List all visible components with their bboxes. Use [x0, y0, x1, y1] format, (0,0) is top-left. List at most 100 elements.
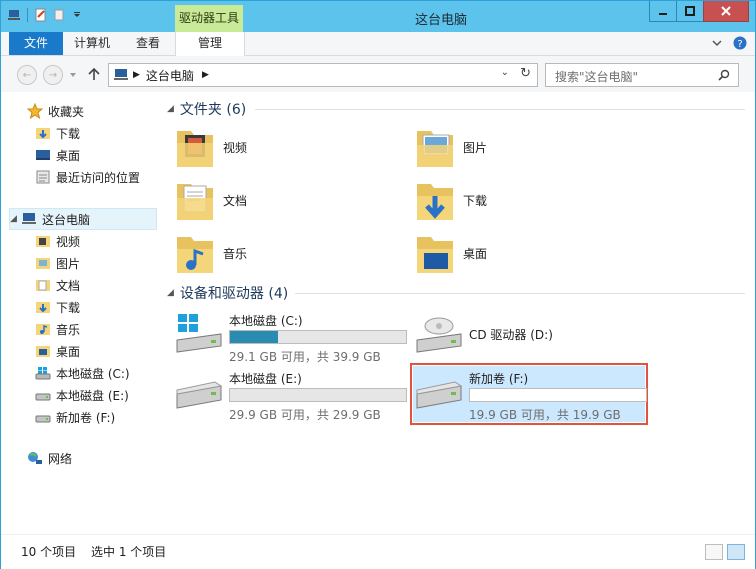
music-folder-icon — [177, 237, 213, 273]
forward-button[interactable]: → — [43, 65, 63, 85]
sidebar-item-favorites[interactable]: 收藏夹 — [27, 101, 84, 121]
folder-desktop[interactable]: 桌面 — [415, 231, 487, 275]
sidebar-item-drive-e[interactable]: 本地磁盘 (E:) — [35, 385, 129, 405]
properties-icon[interactable] — [34, 8, 48, 22]
documents-folder-icon — [36, 280, 50, 291]
back-button[interactable]: ← — [17, 65, 37, 85]
new-folder-icon[interactable] — [52, 8, 66, 22]
folder-music[interactable]: 音乐 — [175, 231, 247, 275]
expand-ribbon-icon[interactable] — [711, 37, 723, 49]
network-icon — [28, 452, 42, 464]
sidebar-item-desktop[interactable]: 桌面 — [35, 145, 80, 165]
drive-d[interactable]: CD 驱动器 (D:) — [413, 308, 645, 364]
breadcrumb-arrow-icon[interactable]: ▶ — [202, 70, 209, 80]
sidebar-item-label: 桌面 — [56, 344, 81, 359]
sidebar-item-recent-places[interactable]: 最近访问的位置 — [35, 167, 140, 187]
close-button[interactable] — [703, 1, 749, 22]
drive-c[interactable]: 本地磁盘 (C:) 29.1 GB 可用，共 39.9 GB — [173, 308, 407, 364]
title-bar: 驱动器工具 这台电脑 — [1, 1, 755, 32]
hard-drive-icon — [176, 381, 223, 409]
pictures-folder-icon — [417, 131, 453, 167]
devices-group-header[interactable]: ◢ 设备和驱动器 (4) — [167, 284, 288, 302]
desktop-folder-icon — [417, 237, 453, 273]
customize-qat-icon[interactable] — [70, 8, 84, 22]
navigation-bar: ← → ▶ 这台电脑 ▶ ⌄ ↻ 搜索"这台电脑" — [1, 56, 755, 92]
sidebar-item-videos[interactable]: 视频 — [35, 231, 80, 251]
status-bar: 10 个项目 选中 1 个项目 — [1, 534, 755, 569]
computer-icon — [114, 69, 128, 80]
details-view-button[interactable] — [705, 544, 723, 560]
folders-group-header[interactable]: ◢ 文件夹 (6) — [167, 100, 246, 118]
collapse-chevron-icon[interactable]: ◢ — [167, 104, 174, 114]
minimize-button[interactable] — [649, 1, 677, 22]
folder-label: 下载 — [463, 193, 488, 208]
large-icons-view-button[interactable] — [727, 544, 745, 560]
help-icon[interactable]: ? — [733, 36, 747, 50]
up-arrow-icon[interactable] — [87, 67, 101, 81]
drive-usage-bar — [229, 330, 407, 344]
sidebar-item-label: 最近访问的位置 — [56, 170, 141, 185]
drive-usage-fill — [230, 331, 278, 343]
hard-drive-icon — [416, 381, 463, 409]
svg-text:?: ? — [737, 39, 742, 50]
sidebar-item-label: 本地磁盘 (C:) — [56, 366, 130, 381]
folder-documents[interactable]: 文档 — [175, 178, 247, 222]
sidebar-item-drive-c[interactable]: 本地磁盘 (C:) — [35, 363, 130, 383]
sidebar-item-downloads[interactable]: 下载 — [35, 123, 80, 143]
search-input[interactable]: 搜索"这台电脑" — [555, 68, 638, 85]
recent-places-icon — [36, 170, 50, 184]
folder-downloads[interactable]: 下载 — [415, 178, 487, 222]
sidebar-item-network[interactable]: 网络 — [27, 448, 72, 468]
computer-icon[interactable] — [7, 8, 21, 22]
sidebar-item-label: 文档 — [56, 278, 81, 293]
sidebar-item-label: 桌面 — [56, 148, 81, 163]
sidebar-item-label: 这台电脑 — [42, 212, 91, 227]
folder-pictures[interactable]: 图片 — [415, 125, 487, 169]
sidebar-item-drive-f[interactable]: 新加卷 (F:) — [35, 407, 115, 427]
breadcrumb-arrow-icon[interactable]: ▶ — [133, 70, 140, 80]
sidebar-item-label: 视频 — [56, 234, 81, 249]
downloads-folder-icon — [36, 128, 50, 139]
address-dropdown-icon[interactable]: ⌄ — [501, 67, 509, 78]
breadcrumb[interactable]: 这台电脑 — [146, 67, 194, 84]
sidebar-item-documents[interactable]: 文档 — [35, 275, 80, 295]
sidebar-item-label: 网络 — [48, 451, 73, 466]
maximize-button[interactable] — [676, 1, 704, 22]
explorer-window: 驱动器工具 这台电脑 文件 计算机 查看 管理 ? ← → ▶ 这台电脑 ▶ ⌄… — [0, 0, 756, 569]
drive-label: 本地磁盘 (C:) — [229, 314, 303, 328]
folder-videos[interactable]: 视频 — [175, 125, 247, 169]
refresh-icon[interactable]: ↻ — [520, 66, 531, 81]
tab-manage[interactable]: 管理 — [175, 32, 245, 56]
tab-file[interactable]: 文件 — [9, 32, 63, 55]
folder-label: 视频 — [223, 140, 248, 155]
close-icon — [721, 6, 731, 16]
sidebar-item-label: 收藏夹 — [48, 104, 85, 119]
search-box[interactable]: 搜索"这台电脑" — [545, 63, 739, 87]
desktop-icon — [36, 150, 50, 160]
drive-free-space: 19.9 GB 可用，共 19.9 GB — [469, 408, 621, 422]
sidebar-item-desktop-pc[interactable]: 桌面 — [35, 341, 80, 361]
quick-access-toolbar — [7, 8, 84, 22]
sidebar-item-music[interactable]: 音乐 — [35, 319, 80, 339]
item-count: 10 个项目 — [21, 545, 77, 559]
window-title: 这台电脑 — [414, 13, 467, 28]
sidebar-item-pictures[interactable]: 图片 — [35, 253, 80, 273]
cd-drive-icon — [416, 317, 462, 353]
desktop-folder-icon — [36, 346, 50, 357]
tab-computer[interactable]: 计算机 — [67, 32, 117, 55]
search-icon[interactable] — [718, 69, 730, 81]
sidebar-item-downloads-pc[interactable]: 下载 — [35, 297, 80, 317]
window-controls — [649, 1, 749, 22]
recent-locations-icon[interactable] — [69, 71, 77, 79]
group-divider — [255, 109, 745, 110]
downloads-folder-icon — [417, 184, 453, 220]
drive-e[interactable]: 本地磁盘 (E:) 29.9 GB 可用，共 29.9 GB — [173, 366, 407, 422]
sidebar-item-this-pc[interactable]: ◢ 这台电脑 — [9, 208, 157, 230]
expand-arrow-icon[interactable]: ◢ — [10, 214, 18, 224]
drive-f[interactable]: 新加卷 (F:) 19.9 GB 可用，共 19.9 GB — [410, 363, 648, 425]
tab-view[interactable]: 查看 — [125, 32, 171, 55]
qat-separator — [27, 8, 28, 22]
address-bar[interactable]: ▶ 这台电脑 ▶ ⌄ ↻ — [108, 63, 538, 87]
sidebar-item-label: 新加卷 (F:) — [56, 410, 116, 425]
collapse-chevron-icon[interactable]: ◢ — [167, 288, 174, 298]
